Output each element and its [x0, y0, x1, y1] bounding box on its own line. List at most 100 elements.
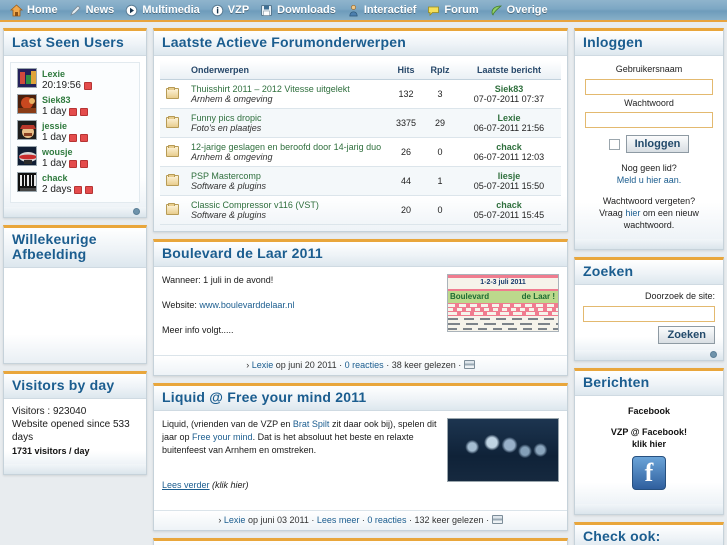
topic-cell[interactable]: Funny pics dropic Foto's en plaatjes — [185, 108, 389, 138]
search-button-row: Zoeken — [583, 325, 715, 344]
topic-title[interactable]: Thuisshirt 2011 – 2012 Vitesse uitgelekt — [191, 84, 383, 94]
boulevard-poster-image: 1-2-3 juli 2011 Boulevard de Laar ! — [447, 274, 559, 332]
article-comments[interactable]: 0 reacties — [367, 515, 406, 525]
article-liquid-free-your-mind: Liquid @ Free your mind 2011 Liquid, (vr… — [153, 383, 568, 531]
info-circle-icon — [211, 4, 224, 17]
last-post-date: 06-07-2011 21:56 — [473, 123, 545, 133]
register-link[interactable]: Meld u hier aan. — [617, 175, 682, 185]
table-row[interactable]: Classic Compressor v116 (VST) Software &… — [160, 195, 561, 225]
main-navigation: Home News Multimedia VZP Downloads Inter… — [0, 0, 727, 22]
poster-band-2 — [448, 308, 558, 311]
avatar — [17, 94, 37, 114]
free-your-mind-link[interactable]: Free your mind — [192, 432, 253, 442]
user-time-row: 1 day — [42, 132, 89, 143]
article-author[interactable]: Lexie — [224, 515, 246, 525]
topic-hits: 3375 — [389, 108, 423, 138]
last-post-user[interactable]: chack — [463, 142, 555, 152]
forgot-pre: Vraag — [599, 208, 626, 218]
brat-spilt-link[interactable]: Brat Spilt — [293, 419, 330, 429]
meta-sep: · — [486, 515, 490, 525]
block-title: Last Seen Users — [12, 34, 124, 50]
topic-forum: Arnhem & omgeving — [191, 152, 273, 162]
last-post-user[interactable]: chack — [463, 200, 555, 210]
topic-cell[interactable]: Thuisshirt 2011 – 2012 Vitesse uitgelekt… — [185, 79, 389, 109]
topic-cell[interactable]: Classic Compressor v116 (VST) Software &… — [185, 195, 389, 225]
list-item[interactable]: Lexie 20:19:56 — [17, 68, 135, 91]
password-input[interactable] — [585, 112, 713, 128]
block-title: Visitors by day — [12, 377, 115, 393]
nav-item-forum[interactable]: Forum — [425, 0, 487, 21]
user-meta: Lexie 20:19:56 — [42, 68, 92, 91]
table-row[interactable]: 12-jarige geslagen en beroofd door 14-ja… — [160, 137, 561, 167]
last-post-user[interactable]: Siek83 — [463, 84, 555, 94]
user-name: jessie — [42, 121, 68, 131]
article-title[interactable]: Liquid @ Free your mind 2011 — [162, 390, 559, 405]
last-post-user[interactable]: liesje — [463, 171, 555, 181]
profile-icon[interactable] — [69, 159, 78, 168]
forgot-password-link[interactable]: hier — [625, 208, 640, 218]
list-item[interactable]: chack 2 days — [17, 172, 135, 195]
topic-cell[interactable]: 12-jarige geslagen en beroofd door 14-ja… — [185, 137, 389, 167]
website-link[interactable]: www.boulevarddelaar.nl — [199, 300, 294, 310]
article-image[interactable] — [447, 418, 559, 504]
profile-icon[interactable] — [74, 185, 83, 194]
nav-item-home[interactable]: Home — [8, 0, 67, 21]
topic-cell[interactable]: PSP Mastercomp Software & plugins — [185, 166, 389, 196]
nav-item-overige[interactable]: Overige — [488, 0, 557, 21]
message-icon[interactable] — [80, 133, 89, 142]
user-time: 1 day — [42, 132, 67, 143]
message-icon[interactable] — [80, 159, 89, 168]
article-body: Wanneer: 1 juli in de avond! Website: ww… — [154, 267, 567, 355]
last-post-user[interactable]: Lexie — [463, 113, 555, 123]
article-read-more[interactable]: Lees meer — [317, 515, 360, 525]
read-more-link[interactable]: Lees verder — [162, 480, 210, 490]
user-name: wousje — [42, 147, 73, 157]
text-part-1: Liquid, (vrienden van de VZP en — [162, 419, 293, 429]
nav-item-news[interactable]: News — [67, 0, 124, 21]
profile-icon[interactable] — [69, 133, 78, 142]
article-comments[interactable]: 0 reacties — [345, 360, 384, 370]
topic-title[interactable]: Classic Compressor v116 (VST) — [191, 200, 383, 210]
facebook-line-2[interactable]: klik hier — [583, 438, 715, 450]
topic-title[interactable]: Funny pics dropic — [191, 113, 383, 123]
search-input[interactable] — [583, 305, 715, 322]
nav-item-downloads[interactable]: Downloads — [258, 0, 345, 21]
article-title[interactable]: Boulevard de Laar 2011 — [162, 246, 559, 261]
block-body: Lexie 20:19:56 Siek83 1 day jessie 1 day… — [4, 56, 146, 207]
article-author[interactable]: Lexie — [252, 360, 274, 370]
remember-me-checkbox[interactable] — [608, 138, 620, 150]
user-name: Lexie — [42, 69, 66, 79]
login-button[interactable]: Inloggen — [625, 135, 690, 153]
username-input[interactable] — [585, 78, 713, 95]
topic-replies: 0 — [423, 137, 457, 167]
profile-icon[interactable] — [69, 107, 78, 116]
list-item[interactable]: wousje 1 day — [17, 146, 135, 169]
collapse-icon[interactable] — [710, 350, 717, 358]
list-item[interactable]: jessie 1 day — [17, 120, 135, 143]
pencil-icon — [69, 4, 82, 17]
topic-title[interactable]: PSP Mastercomp — [191, 171, 383, 181]
printer-icon[interactable] — [491, 515, 503, 524]
list-item[interactable]: Siek83 1 day — [17, 94, 135, 117]
table-row[interactable]: Thuisshirt 2011 – 2012 Vitesse uitgelekt… — [160, 79, 561, 109]
table-row[interactable]: PSP Mastercomp Software & plugins 44 1 l… — [160, 166, 561, 196]
article-text: Wanneer: 1 juli in de avond! Website: ww… — [162, 274, 439, 349]
random-image-placeholder[interactable] — [4, 268, 146, 363]
facebook-icon[interactable]: f — [632, 455, 666, 490]
search-button[interactable]: Zoeken — [658, 325, 715, 344]
collapse-icon[interactable] — [133, 208, 140, 215]
block-footer — [575, 503, 723, 514]
nav-label: Multimedia — [142, 4, 200, 16]
nav-item-vzp[interactable]: VZP — [209, 0, 258, 21]
nav-item-interactief[interactable]: Interactief — [345, 0, 426, 21]
profile-icon[interactable] — [83, 81, 92, 90]
message-icon[interactable] — [85, 185, 94, 194]
nav-item-multimedia[interactable]: Multimedia — [123, 0, 208, 21]
message-icon[interactable] — [80, 107, 89, 116]
article-image[interactable]: 1-2-3 juli 2011 Boulevard de Laar ! — [447, 274, 559, 349]
password-label: Wachtwoord — [624, 97, 674, 108]
printer-icon[interactable] — [463, 360, 475, 369]
topic-title[interactable]: 12-jarige geslagen en beroofd door 14-ja… — [191, 142, 383, 152]
table-row[interactable]: Funny pics dropic Foto's en plaatjes 337… — [160, 108, 561, 138]
nav-label: Overige — [506, 4, 548, 16]
